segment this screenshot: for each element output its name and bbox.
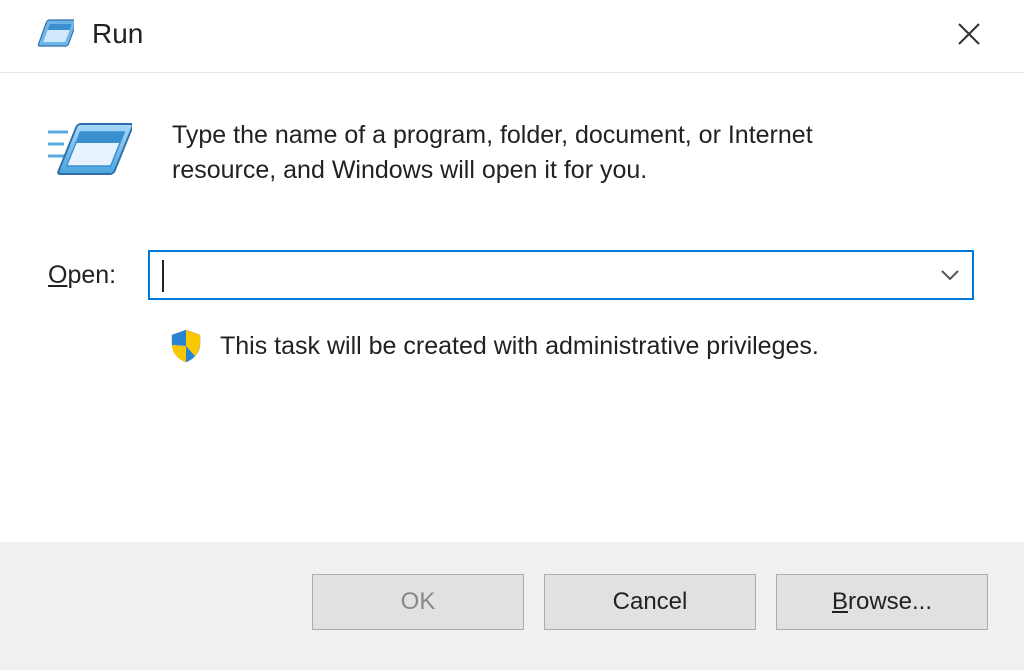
admin-notice-text: This task will be created with administr…	[220, 332, 819, 361]
shield-icon	[168, 328, 204, 364]
ok-button[interactable]: OK	[312, 574, 524, 630]
open-row: Open:	[48, 250, 974, 300]
title-left: Run	[34, 18, 143, 50]
cancel-button[interactable]: Cancel	[544, 574, 756, 630]
button-bar: OK Cancel Browse...	[0, 542, 1024, 670]
description-row: Type the name of a program, folder, docu…	[48, 118, 974, 188]
window-title: Run	[92, 18, 143, 50]
close-button[interactable]	[944, 14, 994, 54]
run-large-icon	[48, 118, 132, 184]
run-small-icon	[34, 18, 74, 50]
browse-button[interactable]: Browse...	[776, 574, 988, 630]
open-input[interactable]	[150, 252, 928, 298]
open-label: Open:	[48, 261, 126, 290]
open-combobox[interactable]	[148, 250, 974, 300]
titlebar: Run	[0, 0, 1024, 73]
content-area: Type the name of a program, folder, docu…	[0, 73, 1024, 542]
run-dialog: Run	[0, 0, 1024, 670]
description-text: Type the name of a program, folder, docu…	[172, 118, 912, 188]
text-caret	[162, 260, 164, 292]
admin-notice-row: This task will be created with administr…	[168, 328, 974, 364]
chevron-down-icon[interactable]	[928, 269, 972, 281]
